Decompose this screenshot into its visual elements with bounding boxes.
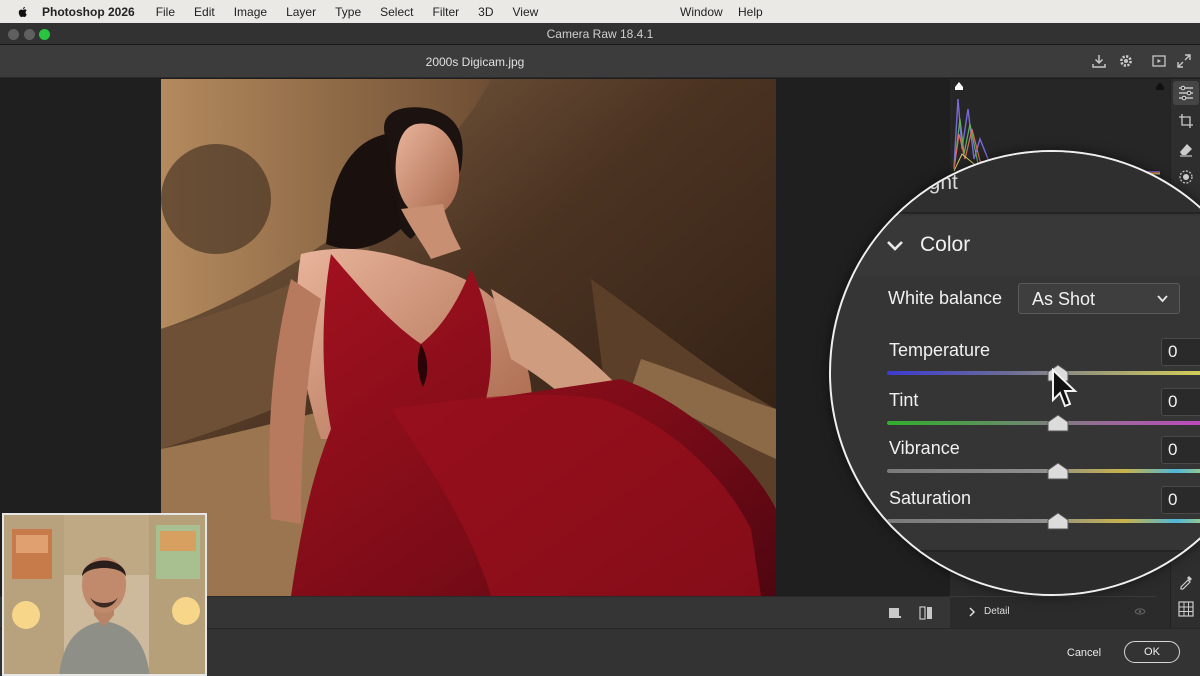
menu-image[interactable]: Image <box>234 5 267 19</box>
presenter-webcam-overlay <box>2 513 207 676</box>
photo-preview[interactable] <box>161 79 776 596</box>
menu-layer[interactable]: Layer <box>286 5 316 19</box>
white-balance-label: White balance <box>888 288 1003 308</box>
chevron-down-icon <box>1157 295 1168 303</box>
ok-button[interactable]: OK <box>1124 641 1180 663</box>
magnified-color-panel: ight Color White balance As Shot Tempera… <box>831 152 1200 594</box>
macos-menu-bar: Photoshop 2026 File Edit Image Layer Typ… <box>0 0 1200 23</box>
saturation-slider-track[interactable] <box>887 519 1200 523</box>
shadow-clipping-icon[interactable] <box>954 81 964 91</box>
white-balance-dropdown[interactable]: As Shot <box>1018 283 1180 314</box>
color-section-title: Color <box>920 233 971 256</box>
portrait-photo <box>161 79 776 596</box>
chevron-down-icon[interactable] <box>885 238 905 254</box>
magnifier-lens: ight Color White balance As Shot Tempera… <box>829 150 1200 596</box>
tint-label: Tint <box>889 390 919 410</box>
before-after-icon[interactable] <box>918 605 934 621</box>
menu-select[interactable]: Select <box>380 5 413 19</box>
mouse-pointer-icon <box>1052 368 1078 408</box>
camera-raw-screen: Photoshop 2026 File Edit Image Layer Typ… <box>0 0 1200 676</box>
document-header: 2000s Digicam.jpg <box>0 45 1200 78</box>
menu-view[interactable]: View <box>513 5 539 19</box>
tint-value[interactable]: 0 <box>1161 388 1200 416</box>
temperature-value[interactable]: 0 <box>1161 338 1200 366</box>
tint-slider-thumb[interactable] <box>1047 414 1069 432</box>
menu-app-name[interactable]: Photoshop 2026 <box>42 5 135 19</box>
white-balance-value: As Shot <box>1032 289 1096 309</box>
light-section-header[interactable] <box>831 152 1200 214</box>
saturation-label: Saturation <box>889 488 972 508</box>
vibrance-value[interactable]: 0 <box>1161 436 1200 464</box>
menu-window[interactable]: Window <box>680 0 723 23</box>
chevron-right-icon <box>969 607 976 617</box>
presenter-video <box>4 515 205 674</box>
temperature-slider-track[interactable] <box>887 371 1200 375</box>
menu-type[interactable]: Type <box>335 5 361 19</box>
menu-3d[interactable]: 3D <box>478 5 493 19</box>
next-section-label: ts <box>940 568 957 591</box>
window-title-bar: Camera Raw 18.4.1 <box>0 23 1200 45</box>
grid-icon[interactable] <box>1177 600 1195 618</box>
vibrance-slider-thumb[interactable] <box>1047 462 1069 480</box>
preview-icon[interactable] <box>1151 53 1167 69</box>
menu-file[interactable]: File <box>156 5 175 19</box>
menu-help[interactable]: Help <box>738 0 763 23</box>
cancel-button[interactable]: Cancel <box>1054 643 1114 663</box>
detail-section-row[interactable]: Detail <box>950 596 1156 626</box>
view-mode-icon[interactable] <box>888 606 902 620</box>
next-section-header[interactable] <box>831 550 1200 594</box>
fullscreen-icon[interactable] <box>1176 53 1192 69</box>
highlight-clipping-icon[interactable] <box>1155 81 1165 91</box>
vibrance-slider-track[interactable] <box>887 469 1200 473</box>
apple-logo-icon[interactable] <box>16 5 30 19</box>
edit-sliders-icon[interactable] <box>1177 84 1195 102</box>
menu-filter[interactable]: Filter <box>432 5 459 19</box>
window-title: Camera Raw 18.4.1 <box>546 27 654 41</box>
temperature-label: Temperature <box>889 340 991 360</box>
crop-icon[interactable] <box>1177 112 1195 130</box>
menu-edit[interactable]: Edit <box>194 5 215 19</box>
gear-icon[interactable] <box>1118 53 1134 69</box>
save-image-icon[interactable] <box>1091 53 1107 69</box>
visibility-eye-icon[interactable] <box>1134 607 1146 616</box>
saturation-value[interactable]: 0 <box>1161 486 1200 514</box>
detail-section-label: Detail <box>984 606 1010 617</box>
document-name: 2000s Digicam.jpg <box>425 55 525 69</box>
saturation-slider-thumb[interactable] <box>1047 512 1069 530</box>
light-section-label: ight <box>924 171 958 194</box>
tint-slider-track[interactable] <box>887 421 1200 425</box>
vibrance-label: Vibrance <box>889 438 960 458</box>
